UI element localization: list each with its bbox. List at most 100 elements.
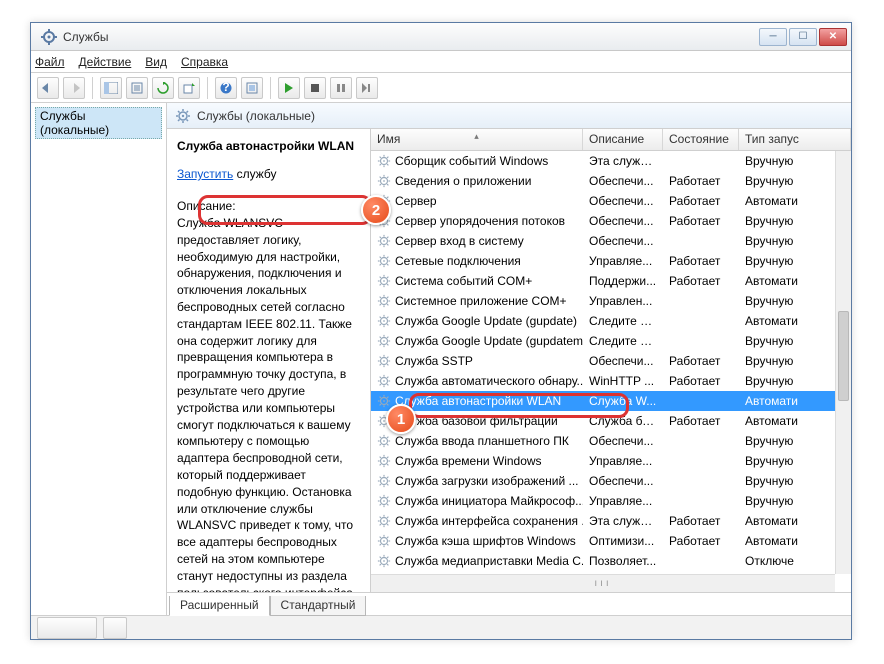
service-row[interactable]: Сервер вход в системуОбеспечи...Вручную (371, 231, 851, 251)
service-row[interactable]: Служба инициатора Майкрософ...Управляе..… (371, 491, 851, 511)
window-title: Службы (63, 30, 759, 44)
cell-description: Эта служб... (583, 514, 663, 528)
cell-startup: Вручную (739, 214, 835, 228)
service-row[interactable]: Служба загрузки изображений ...Обеспечи.… (371, 471, 851, 491)
cell-description: Управляе... (583, 254, 663, 268)
service-row[interactable]: Системное приложение COM+Управлен...Вруч… (371, 291, 851, 311)
window-buttons: ─ ☐ ✕ (759, 28, 847, 46)
service-row[interactable]: Служба Google Update (gupdate)Следите за… (371, 311, 851, 331)
close-button[interactable]: ✕ (819, 28, 847, 46)
col-description[interactable]: Описание (583, 129, 663, 150)
properties-button[interactable] (126, 77, 148, 99)
refresh-button[interactable] (152, 77, 174, 99)
help-button[interactable]: ? (215, 77, 237, 99)
cell-state: Работает (663, 194, 739, 208)
service-gear-icon (377, 154, 391, 168)
action-row: Запустить службу (177, 167, 362, 181)
cell-description: Поддержи... (583, 274, 663, 288)
service-list: Сборщик событий WindowsЭта служб...Вручн… (371, 151, 851, 592)
service-row[interactable]: Сервер упорядочения потоковОбеспечи...Ра… (371, 211, 851, 231)
cell-name: Сервер (371, 194, 583, 208)
cell-startup: Отключе (739, 554, 835, 568)
restart-service-button[interactable] (356, 77, 378, 99)
titlebar[interactable]: Службы ─ ☐ ✕ (31, 23, 851, 51)
cell-description: Обеспечи... (583, 474, 663, 488)
cell-name: Служба загрузки изображений ... (371, 474, 583, 488)
cell-startup: Вручную (739, 334, 835, 348)
right-pane: Службы (локальные) Служба автонастройки … (167, 103, 851, 615)
service-row[interactable]: СерверОбеспечи...РаботаетАвтомати (371, 191, 851, 211)
unknown-tool-button[interactable] (241, 77, 263, 99)
service-row[interactable]: Сборщик событий WindowsЭта служб...Вручн… (371, 151, 851, 171)
cell-name: Служба времени Windows (371, 454, 583, 468)
service-gear-icon (377, 454, 391, 468)
description-text: Служба WLANSVC предоставляет логику, нео… (177, 215, 362, 592)
col-startup[interactable]: Тип запус (739, 129, 851, 150)
selected-service-name: Служба автонастройки WLAN (177, 139, 362, 153)
cell-description: Эта служб... (583, 154, 663, 168)
service-row[interactable]: Система событий COM+Поддержи...РаботаетА… (371, 271, 851, 291)
cell-description: Служба ба... (583, 414, 663, 428)
start-service-link[interactable]: Запустить (177, 167, 233, 181)
cell-startup: Вручную (739, 474, 835, 488)
cell-startup: Автомати (739, 534, 835, 548)
service-row[interactable]: Служба интерфейса сохранения ...Эта служ… (371, 511, 851, 531)
cell-startup: Вручную (739, 174, 835, 188)
cell-description: Обеспечи... (583, 234, 663, 248)
menu-view[interactable]: Вид (145, 55, 167, 69)
scroll-thumb[interactable] (838, 311, 849, 401)
cell-description: Обеспечи... (583, 174, 663, 188)
start-service-button[interactable] (278, 77, 300, 99)
service-row[interactable]: Служба автоматического обнару...WinHTTP … (371, 371, 851, 391)
cell-description: Обеспечи... (583, 434, 663, 448)
list-column: Имя Описание Состояние Тип запус Сборщик… (371, 129, 851, 592)
service-row[interactable]: Служба базовой фильтрацииСлужба ба...Раб… (371, 411, 851, 431)
service-row[interactable]: Служба времени WindowsУправляе...Вручную (371, 451, 851, 471)
cell-name: Сборщик событий Windows (371, 154, 583, 168)
vertical-scrollbar[interactable] (835, 151, 851, 574)
service-row[interactable]: Служба медиаприставки Media C...Позволяе… (371, 551, 851, 571)
service-row[interactable]: Служба SSTPОбеспечи...РаботаетВручную (371, 351, 851, 371)
service-row[interactable]: Служба Google Update (gupdatem)Следите з… (371, 331, 851, 351)
menubar: Файл Действие Вид Справка (31, 51, 851, 73)
minimize-button[interactable]: ─ (759, 28, 787, 46)
services-app-icon (41, 29, 57, 45)
tab-extended[interactable]: Расширенный (169, 596, 270, 616)
menu-action[interactable]: Действие (79, 55, 132, 69)
service-row[interactable]: Сведения о приложенииОбеспечи...Работает… (371, 171, 851, 191)
cell-description: Следите за... (583, 314, 663, 328)
cell-startup: Вручную (739, 294, 835, 308)
nav-back-button[interactable] (37, 77, 59, 99)
cell-name: Служба инициатора Майкрософ... (371, 494, 583, 508)
service-row[interactable]: Служба кэша шрифтов WindowsОптимизи...Ра… (371, 531, 851, 551)
cell-description: Управлен... (583, 294, 663, 308)
cell-description: Обеспечи... (583, 354, 663, 368)
export-button[interactable] (178, 77, 200, 99)
col-name[interactable]: Имя (371, 129, 583, 150)
tree-node-services-local[interactable]: Службы (локальные) (35, 107, 162, 139)
cell-description: Следите за... (583, 334, 663, 348)
horizontal-scrollbar[interactable]: ııı (371, 574, 835, 592)
service-gear-icon (377, 354, 391, 368)
service-row[interactable]: Служба ввода планшетного ПКОбеспечи...Вр… (371, 431, 851, 451)
maximize-button[interactable]: ☐ (789, 28, 817, 46)
service-row[interactable]: Сетевые подключенияУправляе...РаботаетВр… (371, 251, 851, 271)
view-body: Служба автонастройки WLAN Запустить служ… (167, 129, 851, 593)
nav-forward-button[interactable] (63, 77, 85, 99)
show-hide-tree-button[interactable] (100, 77, 122, 99)
tab-standard[interactable]: Стандартный (270, 596, 367, 616)
menu-file[interactable]: Файл (35, 55, 65, 69)
cell-startup: Вручную (739, 374, 835, 388)
pause-service-button[interactable] (330, 77, 352, 99)
cell-description: Обеспечи... (583, 214, 663, 228)
gear-icon (175, 108, 191, 124)
stop-service-button[interactable] (304, 77, 326, 99)
cell-state: Работает (663, 214, 739, 228)
col-state[interactable]: Состояние (663, 129, 739, 150)
service-row[interactable]: Служба автонастройки WLANСлужба W...Авто… (371, 391, 851, 411)
cell-startup: Автомати (739, 274, 835, 288)
annotation-badge-2: 2 (361, 195, 391, 225)
statusbar-pane (37, 617, 97, 639)
menu-help[interactable]: Справка (181, 55, 228, 69)
cell-startup: Автомати (739, 414, 835, 428)
